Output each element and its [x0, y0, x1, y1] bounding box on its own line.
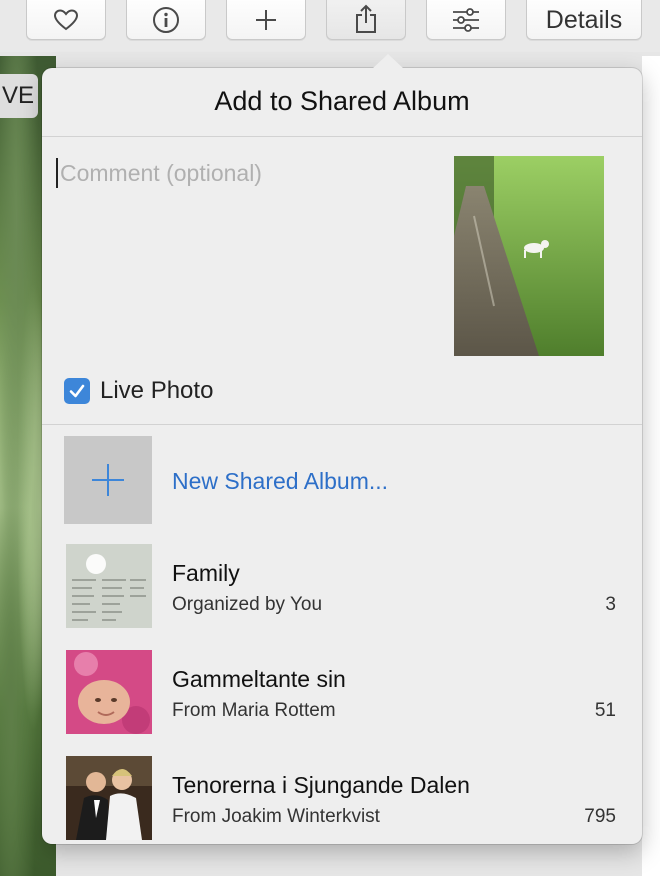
album-row-gammeltante-sin[interactable]: Gammeltante sin From Maria Rottem 51 — [64, 650, 624, 738]
add-to-shared-album-popover: Add to Shared Album Comment (optional) L… — [42, 54, 642, 844]
album-thumbnail — [66, 544, 152, 628]
background-partial-label: VE — [0, 74, 38, 118]
divider — [42, 136, 642, 137]
album-thumbnail — [66, 756, 152, 840]
album-subtitle: From Maria Rottem — [172, 700, 336, 721]
album-row-tenorerna[interactable]: Tenorerna i Sjungande Dalen From Joakim … — [64, 756, 624, 844]
checkmark-icon — [69, 384, 85, 398]
album-subtitle: Organized by You — [172, 594, 323, 615]
popover-arrow — [372, 54, 404, 69]
plus-icon — [256, 10, 276, 30]
popover-title: Add to Shared Album — [214, 86, 470, 116]
live-photo-label: Live Photo — [100, 377, 214, 404]
album-count: 51 — [594, 700, 616, 721]
favorite-button[interactable] — [26, 0, 106, 40]
album-title: Gammeltante sin — [172, 666, 346, 692]
album-thumbnail — [66, 650, 152, 734]
share-icon — [356, 4, 376, 33]
details-button[interactable]: Details — [526, 0, 642, 40]
new-shared-album-label: New Shared Album... — [172, 468, 389, 494]
album-count: 3 — [605, 594, 616, 615]
live-photo-checkbox[interactable] — [64, 378, 90, 404]
live-photo-row[interactable]: Live Photo — [64, 374, 213, 408]
adjust-button[interactable] — [426, 0, 506, 40]
comment-input[interactable]: Comment (optional) — [56, 158, 426, 188]
selected-photo-thumbnail — [454, 156, 604, 356]
add-button[interactable] — [226, 0, 306, 40]
sliders-icon — [453, 8, 479, 32]
toolbar: Details — [0, 0, 660, 52]
album-subtitle: From Joakim Winterkvist — [172, 806, 380, 827]
plus-icon — [92, 464, 124, 496]
album-count: 795 — [584, 806, 616, 827]
album-title: Family — [172, 560, 240, 586]
background-right-strip — [642, 56, 660, 876]
album-row-family[interactable]: Family Organized by You 3 — [64, 544, 624, 632]
album-title: Tenorerna i Sjungande Dalen — [172, 772, 470, 798]
share-button[interactable] — [326, 0, 406, 40]
new-album-thumbnail — [64, 436, 152, 524]
divider — [42, 424, 642, 425]
info-icon — [153, 7, 179, 33]
info-button[interactable] — [126, 0, 206, 40]
heart-icon — [53, 9, 79, 31]
new-shared-album-row[interactable]: New Shared Album... — [64, 436, 624, 524]
